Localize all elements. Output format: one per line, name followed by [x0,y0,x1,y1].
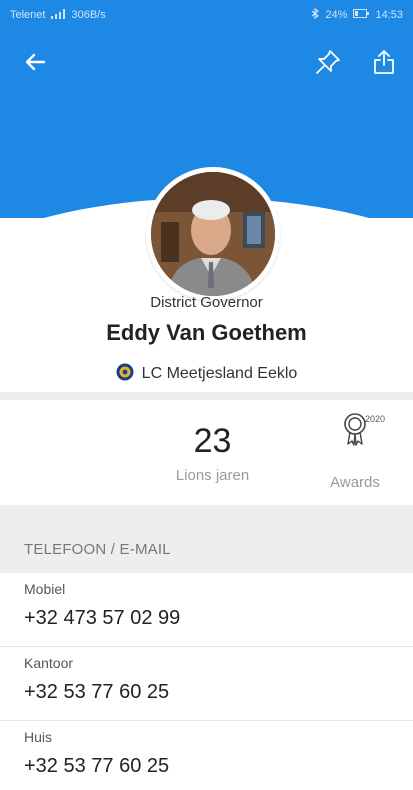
lions-years-value: 23 [193,422,232,460]
contact-type: Huis [24,729,53,745]
pin-icon [315,49,341,80]
share-icon [373,49,395,80]
arrow-left-icon [25,53,46,76]
lions-years-stat: 23 Lions jaren [150,422,275,484]
contact-list: Mobiel +32 473 57 02 99 Kantoor +32 53 7… [0,573,413,790]
carrier-name: Telenet [10,9,46,21]
contact-value: +32 53 77 60 25 [24,755,170,777]
status-left: Telenet 306B/s [10,8,106,22]
share-button[interactable] [369,49,399,79]
signal-icon [51,8,66,22]
lions-club-icon [116,363,134,386]
contact-item-mobile[interactable]: Mobiel +32 473 57 02 99 [0,573,413,647]
clock: 14:53 [375,9,403,21]
contact-section-header: TELEFOON / E-MAIL [0,505,413,573]
contact-type: Mobiel [24,581,66,597]
club-name: LC Meetjesland Eeklo [141,365,298,382]
lions-years-label: Lions jaren [175,467,250,484]
contact-item-home[interactable]: Huis +32 53 77 60 25 [0,721,413,790]
pin-button[interactable] [313,49,343,79]
status-bar: Telenet 306B/s 24% 14:53 [0,0,413,30]
contact-type: Kantoor [24,655,74,671]
bluetooth-icon [311,7,320,22]
awards-stat[interactable]: 2020 Awards [315,412,395,491]
contact-value: +32 473 57 02 99 [24,607,181,629]
club-link[interactable]: LC Meetjesland Eeklo [0,363,413,385]
contact-section-title: TELEFOON / E-MAIL [24,541,171,558]
battery-level: 24% [325,9,348,21]
app-bar-actions [313,49,399,79]
contact-item-office[interactable]: Kantoor +32 53 77 60 25 [0,647,413,721]
avatar-photo [151,172,275,296]
profile-name: Eddy Van Goethem [106,320,307,345]
contact-value: +32 53 77 60 25 [24,681,170,703]
network-speed: 306B/s [71,9,106,21]
section-divider [0,392,413,400]
avatar [146,167,280,301]
awards-label: Awards [330,474,380,491]
back-button[interactable] [20,49,50,79]
app-bar [0,30,413,98]
awards-year: 2020 [365,414,386,424]
status-right: 24% 14:53 [311,7,403,22]
awards-icon-wrap: 2020 [315,412,395,452]
stats-panel: 23 Lions jaren 2020 Awards [0,400,413,505]
profile-role: District Governor [150,294,263,311]
battery-icon [353,9,370,21]
